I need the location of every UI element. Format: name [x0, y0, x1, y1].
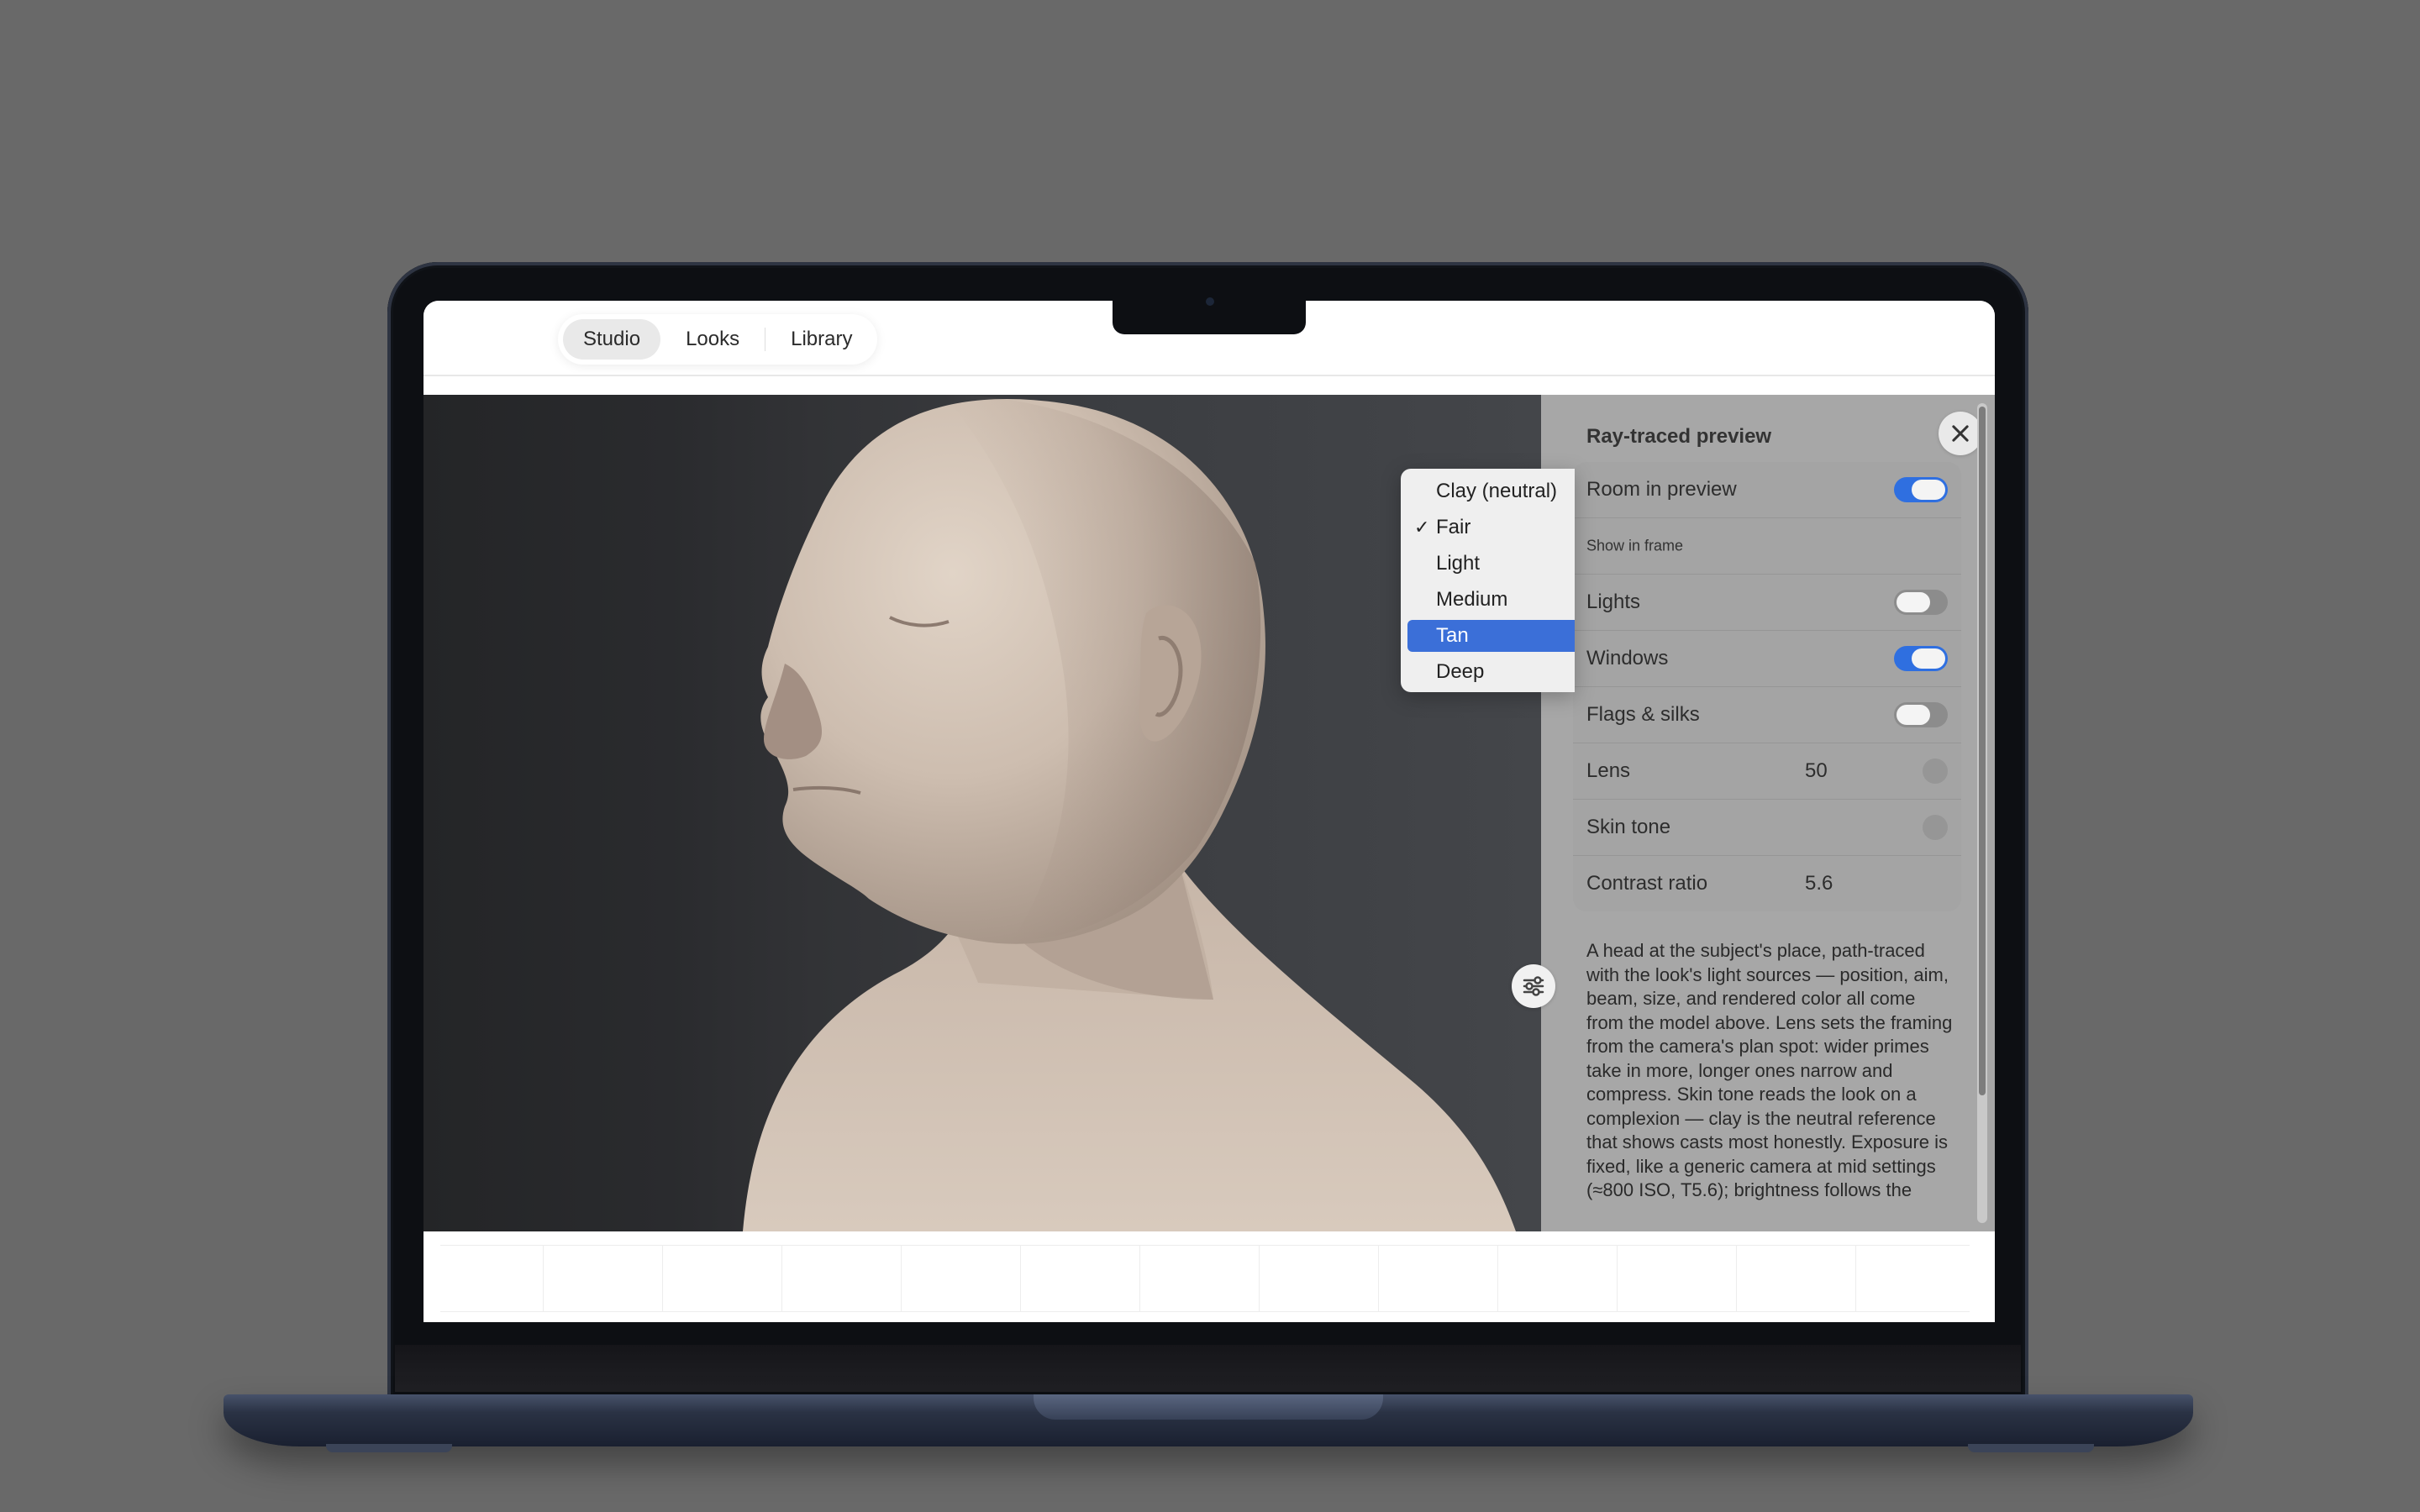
- skin-tone-option-deep[interactable]: Deep: [1407, 656, 1575, 688]
- tab-bar: Studio Looks Library: [558, 314, 878, 365]
- skin-tone-option-fair[interactable]: ✓ Fair: [1407, 512, 1575, 543]
- camera-icon: [1206, 297, 1214, 306]
- grid-line: [1497, 1246, 1498, 1311]
- grid-line: [1617, 1246, 1618, 1311]
- room-in-preview-label: Room in preview: [1586, 478, 1737, 501]
- toggle-knob: [1897, 592, 1930, 612]
- timeline-grid: [440, 1245, 1970, 1312]
- lights-row: Lights: [1573, 575, 1961, 631]
- tab-looks[interactable]: Looks: [666, 319, 760, 360]
- preview-description: A head at the subject's place, path-trac…: [1586, 940, 1953, 1200]
- checkmark-icon: ✓: [1414, 517, 1430, 538]
- grid-line: [662, 1246, 663, 1311]
- grid-line: [1020, 1246, 1021, 1311]
- lights-label: Lights: [1586, 591, 1641, 613]
- panel-scrollbar[interactable]: [1977, 403, 1987, 1223]
- render-viewport[interactable]: [424, 395, 1541, 1231]
- show-in-frame-label: Show in frame: [1586, 537, 1684, 554]
- panel-title: Ray-traced preview: [1586, 425, 1772, 448]
- sliders-icon: [1523, 976, 1544, 996]
- laptop-foot-right: [1968, 1444, 2094, 1452]
- contrast-ratio-value: 5.6: [1805, 872, 1833, 895]
- windows-toggle[interactable]: [1894, 646, 1948, 671]
- ray-traced-preview-panel: Ray-traced preview Room in preview Show …: [1541, 395, 1995, 1231]
- tab-library[interactable]: Library: [771, 319, 872, 360]
- scrollbar-thumb[interactable]: [1979, 407, 1986, 1095]
- grid-line: [901, 1246, 902, 1311]
- grid-line: [1736, 1246, 1737, 1311]
- skin-tone-option-medium[interactable]: Medium: [1407, 584, 1575, 616]
- skin-tone-select[interactable]: [1923, 815, 1948, 840]
- contrast-ratio-label: Contrast ratio: [1586, 872, 1708, 895]
- show-in-frame-row: Show in frame: [1573, 518, 1961, 575]
- skin-tone-option-light[interactable]: Light: [1407, 548, 1575, 580]
- lens-stepper[interactable]: [1923, 759, 1948, 784]
- contrast-ratio-row: Contrast ratio 5.6: [1573, 856, 1961, 911]
- toggle-knob: [1912, 480, 1945, 500]
- grid-line: [1855, 1246, 1856, 1311]
- settings-list: Room in preview Show in frame Lights Win…: [1573, 462, 1961, 911]
- windows-row: Windows: [1573, 631, 1961, 687]
- flags-silks-row: Flags & silks: [1573, 687, 1961, 743]
- toggle-knob: [1897, 705, 1930, 725]
- bottom-strip: [424, 1231, 1995, 1322]
- settings-button[interactable]: [1512, 964, 1555, 1008]
- close-panel-button[interactable]: [1939, 412, 1982, 455]
- laptop-opening-notch: [1034, 1394, 1383, 1420]
- skin-tone-dropdown-menu: Clay (neutral) ✓ Fair Light Medium Tan D…: [1401, 469, 1575, 692]
- head-render-image: [743, 395, 1516, 1231]
- lights-toggle[interactable]: [1894, 590, 1948, 615]
- toggle-knob: [1912, 648, 1945, 669]
- grid-line: [1378, 1246, 1379, 1311]
- skin-tone-option-clay[interactable]: Clay (neutral): [1407, 475, 1575, 507]
- laptop-screen: Studio Looks Library Ray-traced preview …: [424, 301, 1995, 1322]
- skin-tone-row: Skin tone: [1573, 800, 1961, 856]
- skin-tone-option-tan[interactable]: Tan: [1407, 620, 1575, 652]
- lens-value: 50: [1805, 759, 1828, 782]
- room-in-preview-row: Room in preview: [1573, 462, 1961, 518]
- lens-row: Lens 50: [1573, 743, 1961, 800]
- grid-line: [1259, 1246, 1260, 1311]
- laptop-foot-left: [326, 1444, 452, 1452]
- flags-silks-label: Flags & silks: [1586, 703, 1700, 726]
- tab-studio[interactable]: Studio: [563, 319, 661, 360]
- grid-line: [781, 1246, 782, 1311]
- grid-line: [1139, 1246, 1140, 1311]
- windows-label: Windows: [1586, 647, 1669, 669]
- room-in-preview-toggle[interactable]: [1894, 477, 1948, 502]
- grid-line: [543, 1246, 544, 1311]
- skin-tone-option-fair-label: Fair: [1436, 516, 1471, 538]
- flags-silks-toggle[interactable]: [1894, 702, 1948, 727]
- lens-label: Lens: [1586, 759, 1631, 782]
- skin-tone-label: Skin tone: [1586, 816, 1671, 838]
- screen-bottom-bezel: [395, 1345, 2021, 1392]
